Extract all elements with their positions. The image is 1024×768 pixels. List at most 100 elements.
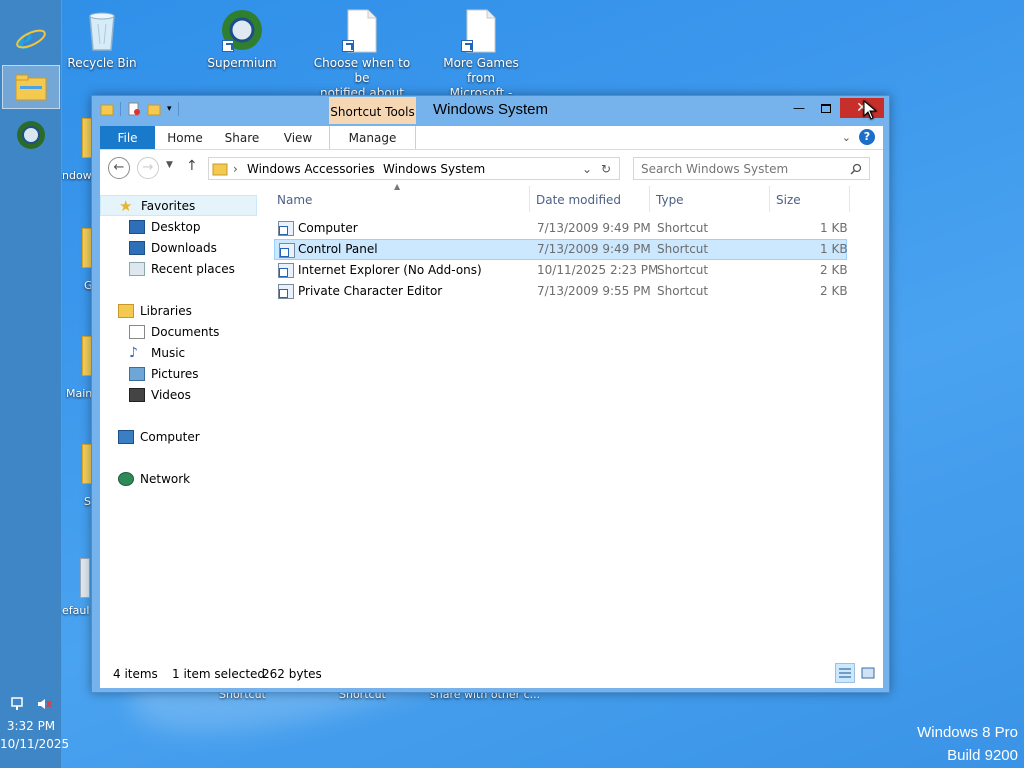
clock-date[interactable]: 10/11/2025 (0, 737, 69, 751)
search-input[interactable] (635, 159, 845, 178)
file-type: Shortcut (657, 263, 709, 277)
navigation-pane: ★ Favorites Desktop Downloads Recent pla… (100, 186, 265, 656)
details-view-icon (839, 668, 851, 678)
breadcrumb-windows-accessories[interactable]: Windows Accessories (247, 162, 375, 176)
videos-icon (129, 387, 145, 402)
nav-label: Pictures (151, 366, 199, 381)
expand-ribbon-icon[interactable]: ⌄ (842, 131, 851, 144)
file-row[interactable]: Computer 7/13/2009 9:49 PM Shortcut 1 KB (274, 218, 848, 239)
refresh-icon[interactable]: ↻ (601, 162, 611, 176)
tab-view[interactable]: View (276, 126, 320, 149)
taskbar-supermium[interactable] (2, 113, 60, 157)
folder-icon (212, 163, 228, 176)
nav-label: Documents (151, 324, 220, 339)
desktop-icon-partial-label[interactable]: S (84, 495, 91, 508)
nav-label: Favorites (141, 198, 196, 213)
explorer-window: ▾ Shortcut Tools Windows System — ✕ File… (91, 95, 890, 693)
column-header-type[interactable]: Type (650, 186, 770, 212)
nav-network[interactable]: Network (100, 468, 257, 489)
taskbar-file-explorer[interactable] (2, 65, 60, 109)
volume-muted-icon[interactable] (36, 696, 52, 712)
file-row[interactable]: Private Character Editor 7/13/2009 9:55 … (274, 281, 848, 302)
details-view-button[interactable] (835, 663, 855, 683)
forward-arrow-icon: → (142, 160, 154, 175)
tab-share[interactable]: Share (218, 126, 266, 149)
title-bar[interactable]: ▾ Shortcut Tools Windows System — ✕ (92, 96, 889, 124)
desktop-icon-supermium[interactable]: Supermium (192, 6, 292, 71)
file-date: 7/13/2009 9:49 PM (537, 221, 651, 235)
nav-label: Videos (151, 387, 191, 402)
nav-favorites[interactable]: ★ Favorites (100, 195, 257, 216)
internet-explorer-icon: e (16, 21, 46, 55)
maximize-button[interactable] (813, 98, 839, 118)
breadcrumb-separator-icon: › (369, 162, 374, 176)
recycle-bin-icon (89, 12, 115, 51)
computer-icon (118, 429, 134, 444)
search-icon[interactable] (850, 163, 862, 175)
nav-computer[interactable]: Computer (100, 426, 257, 447)
breadcrumb-separator-icon: › (233, 162, 238, 176)
file-date: 7/13/2009 9:55 PM (537, 284, 651, 298)
search-box[interactable] (633, 157, 870, 180)
status-selected: 1 item selected (172, 667, 266, 681)
desktop-icon-partial-label[interactable]: efaul (62, 604, 89, 617)
desktop-icon-recycle-bin[interactable]: Recycle Bin (52, 6, 152, 71)
desktop-icon-label: Recycle Bin (67, 56, 137, 70)
file-row-selected[interactable]: Control Panel 7/13/2009 9:49 PM Shortcut… (274, 239, 848, 260)
breadcrumb-windows-system[interactable]: Windows System (383, 162, 485, 176)
mouse-cursor-icon (863, 100, 877, 120)
nav-documents[interactable]: Documents (100, 321, 257, 342)
shortcut-icon (278, 263, 294, 278)
tab-manage[interactable]: Manage (329, 126, 416, 149)
desktop-icon (129, 219, 145, 234)
column-header-size[interactable]: Size (770, 186, 850, 212)
shortcut-arrow-icon (222, 40, 234, 52)
nav-downloads[interactable]: Downloads (100, 237, 257, 258)
desktop-icon-partial-label[interactable]: Main (66, 387, 92, 400)
large-icons-view-button[interactable] (858, 663, 878, 683)
minimize-button[interactable]: — (785, 98, 813, 118)
recent-places-icon (129, 261, 145, 276)
clock-time[interactable]: 3:32 PM (0, 719, 62, 733)
help-icon[interactable]: ? (859, 129, 875, 145)
status-bytes: 262 bytes (262, 667, 322, 681)
nav-desktop[interactable]: Desktop (100, 216, 257, 237)
back-button[interactable]: ← (108, 157, 130, 179)
status-item-count: 4 items (113, 667, 158, 681)
libraries-icon (118, 303, 134, 318)
documents-icon (129, 324, 145, 339)
file-row[interactable]: Internet Explorer (No Add-ons) 10/11/202… (274, 260, 848, 281)
nav-label: Network (140, 471, 191, 486)
nav-recent-places[interactable]: Recent places (100, 258, 257, 279)
supermium-icon (17, 121, 45, 149)
address-bar[interactable]: › Windows Accessories › Windows System ⌄… (208, 157, 620, 180)
desktop-icon-label-line1: More Games from (443, 56, 519, 85)
tab-home[interactable]: Home (162, 126, 208, 149)
recent-locations-icon[interactable]: ▼ (166, 160, 173, 170)
close-button[interactable]: ✕ (840, 98, 884, 118)
minimize-icon: — (793, 101, 805, 115)
column-header-name[interactable]: Name (274, 186, 530, 212)
os-watermark-line2: Build 9200 (947, 747, 1018, 764)
network-icon (118, 471, 134, 486)
nav-pictures[interactable]: Pictures (100, 363, 257, 384)
content-area: ★ Favorites Desktop Downloads Recent pla… (100, 182, 883, 688)
nav-videos[interactable]: Videos (100, 384, 257, 405)
back-arrow-icon: ← (113, 160, 125, 175)
file-date: 7/13/2009 9:49 PM (537, 242, 651, 256)
shortcut-arrow-icon (461, 40, 473, 52)
up-button[interactable]: ↑ (186, 158, 198, 174)
star-icon: ★ (119, 196, 133, 215)
column-header-date-modified[interactable]: Date modified (530, 186, 650, 212)
nav-music[interactable]: ♪ Music (100, 342, 257, 363)
file-name: Private Character Editor (298, 284, 443, 298)
forward-button[interactable]: → (137, 157, 159, 179)
network-icon[interactable] (10, 696, 26, 712)
file-size: 2 KB (820, 284, 848, 298)
file-name: Internet Explorer (No Add-ons) (298, 263, 482, 277)
desktop-icon-label: Supermium (207, 56, 277, 70)
tab-file[interactable]: File (100, 126, 155, 149)
file-explorer-icon (15, 74, 47, 101)
address-dropdown-icon[interactable]: ⌄ (582, 162, 592, 176)
nav-libraries[interactable]: Libraries (100, 300, 257, 321)
